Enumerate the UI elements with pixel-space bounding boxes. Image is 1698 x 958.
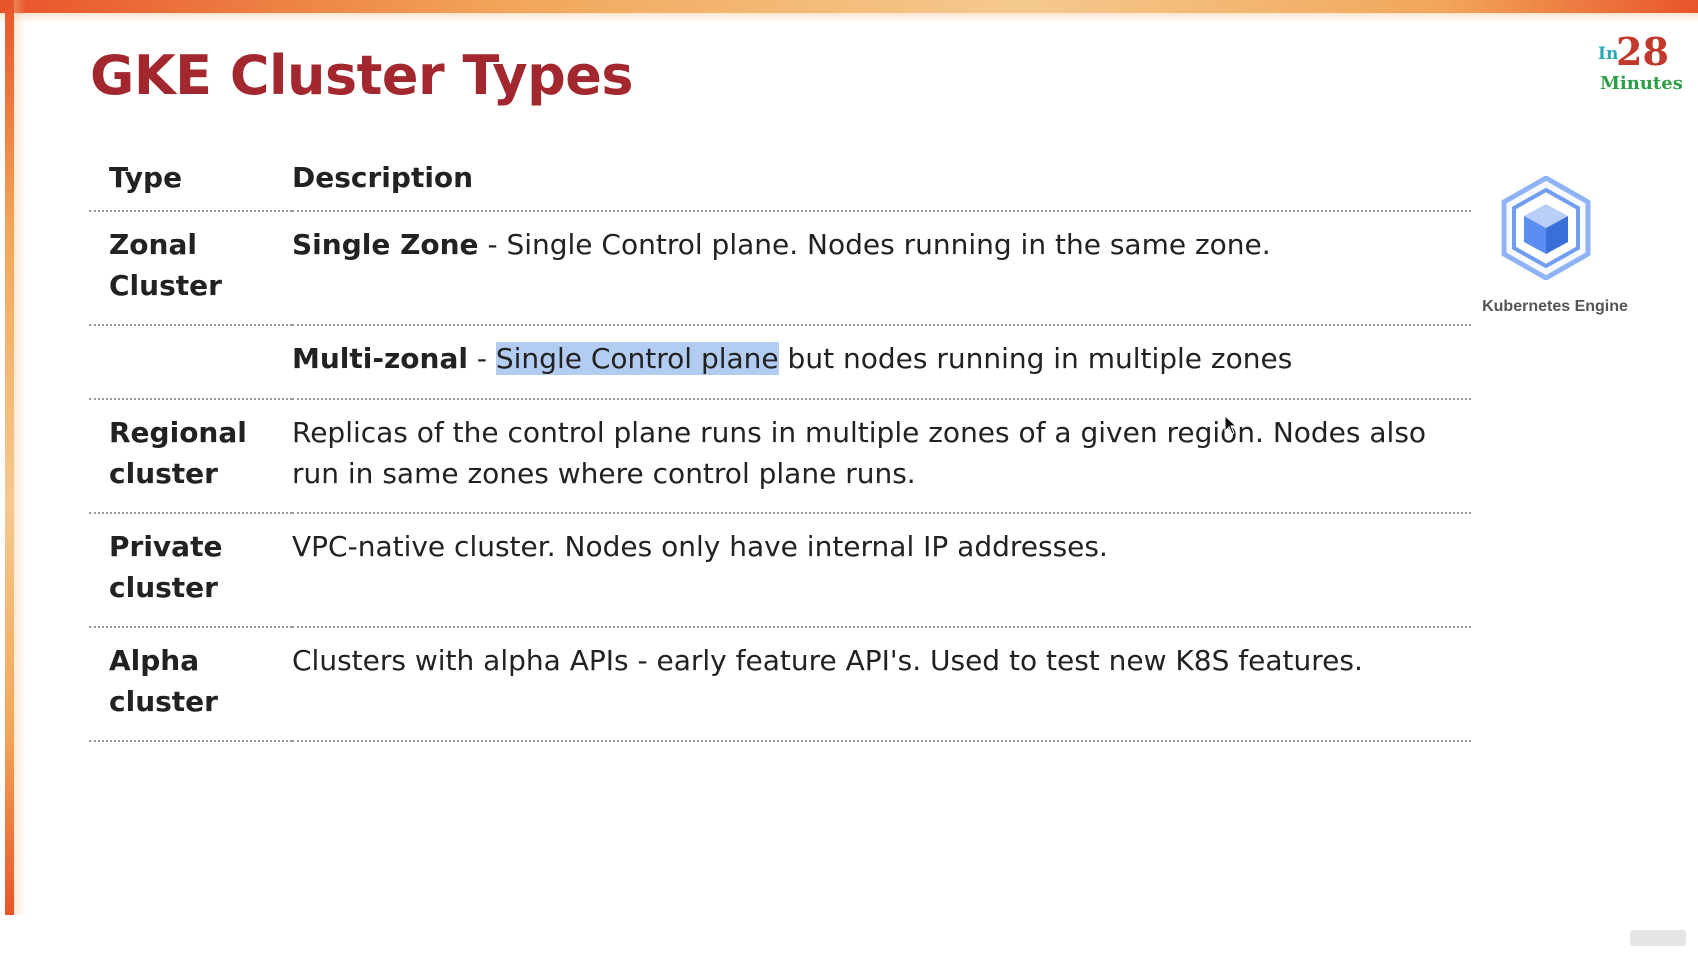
logo-minutes: Minutes bbox=[1600, 73, 1683, 94]
top-accent-glow bbox=[0, 13, 1698, 23]
description-lead: Single Zone bbox=[292, 228, 479, 261]
selected-text-highlight[interactable]: Single Control plane bbox=[495, 342, 779, 375]
cluster-types-table: Type Description Zonal Cluster Single Zo… bbox=[89, 145, 1471, 742]
column-header-description: Description bbox=[292, 145, 1471, 212]
description-separator: - bbox=[467, 342, 496, 375]
kubernetes-engine-label: Kubernetes Engine bbox=[1482, 298, 1628, 315]
type-cell bbox=[89, 325, 292, 400]
description-text: but nodes running in multiple zones bbox=[778, 342, 1293, 375]
table-row-alpha: Alpha cluster Clusters with alpha APIs -… bbox=[89, 627, 1471, 742]
description-lead: Multi-zonal bbox=[292, 342, 468, 375]
table-header-row: Type Description bbox=[89, 145, 1471, 212]
logo-number: 28 bbox=[1616, 29, 1669, 74]
type-cell: Alpha cluster bbox=[89, 627, 292, 742]
table-row-zonal: Zonal Cluster Single Zone - Single Contr… bbox=[89, 211, 1471, 326]
table-row-regional: Regional cluster Replicas of the control… bbox=[89, 399, 1471, 514]
column-header-type: Type bbox=[89, 145, 292, 212]
description-cell: Multi-zonal - Single Control plane but n… bbox=[292, 325, 1471, 400]
description-separator: - bbox=[478, 228, 507, 261]
kubernetes-engine-icon bbox=[1501, 176, 1591, 280]
type-cell: Private cluster bbox=[89, 513, 292, 628]
in28minutes-logo: In 28 Minutes bbox=[1596, 30, 1686, 96]
description-text: Single Control plane. Nodes running in t… bbox=[506, 228, 1271, 261]
left-accent-bar bbox=[5, 0, 14, 915]
type-cell: Zonal Cluster bbox=[89, 211, 292, 326]
mouse-cursor-icon bbox=[1224, 415, 1238, 435]
page-title: GKE Cluster Types bbox=[90, 44, 634, 107]
description-cell: VPC-native cluster. Nodes only have inte… bbox=[292, 513, 1471, 628]
table-row-private: Private cluster VPC-native cluster. Node… bbox=[89, 513, 1471, 628]
udemy-watermark-icon bbox=[1630, 930, 1686, 946]
left-accent-glow bbox=[14, 0, 26, 915]
top-accent-bar bbox=[0, 0, 1698, 13]
description-cell: Single Zone - Single Control plane. Node… bbox=[292, 211, 1471, 326]
description-cell: Replicas of the control plane runs in mu… bbox=[292, 399, 1471, 514]
type-cell: Regional cluster bbox=[89, 399, 292, 514]
table-row-multizonal: Multi-zonal - Single Control plane but n… bbox=[89, 325, 1471, 400]
description-cell: Clusters with alpha APIs - early feature… bbox=[292, 627, 1471, 742]
